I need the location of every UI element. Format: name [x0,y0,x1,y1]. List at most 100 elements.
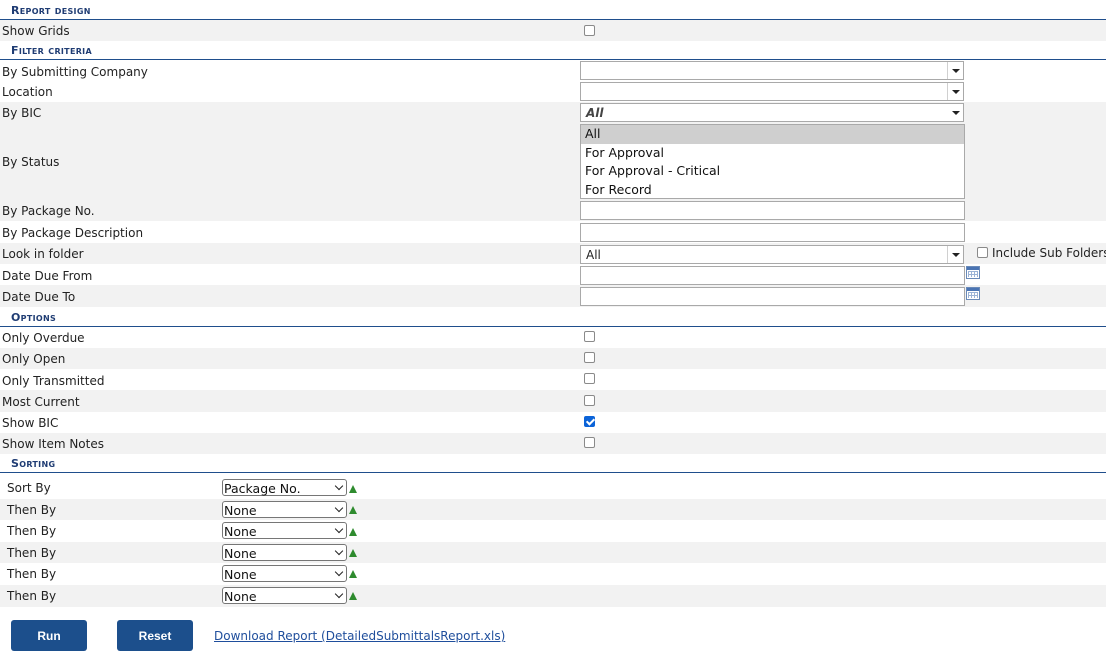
status-listbox[interactable]: All For Approval For Approval - Critical… [580,124,965,199]
sort-ascending-icon[interactable] [349,506,357,514]
option-label: Only Transmitted [2,374,105,388]
row-bic: By BIC All [0,102,1106,123]
select-value: None [224,546,257,561]
sort-row: Then By None [0,585,1106,607]
then-by-select[interactable]: None [222,522,347,539]
sort-label: Then By [7,503,57,517]
chevron-down-icon[interactable] [948,104,963,121]
only-open-checkbox[interactable] [584,352,595,363]
most-current-checkbox[interactable] [584,395,595,406]
select-value: None [224,503,257,518]
only-overdue-checkbox[interactable] [584,331,595,342]
only-transmitted-checkbox[interactable] [584,373,595,384]
section-sorting: Sorting [0,453,1106,473]
include-sub-folders-checkbox[interactable] [977,247,988,258]
section-filter-criteria: Filter criteria [0,40,1106,60]
sort-ascending-icon[interactable] [349,592,357,600]
submitting-company-combo[interactable] [580,61,964,80]
status-option[interactable]: For Record [581,181,964,200]
then-by-select[interactable]: None [222,544,347,561]
reset-button[interactable]: Reset [117,620,193,651]
sort-label: Then By [7,589,57,603]
row-submitting-company: By Submitting Company [0,60,1106,81]
option-label: Only Overdue [2,331,85,345]
show-grids-checkbox[interactable] [584,25,595,36]
bic-label: By BIC [2,106,42,120]
status-option[interactable]: For Approval - Critical [581,162,964,181]
chevron-down-icon [334,481,344,491]
option-label: Only Open [2,352,66,366]
sort-label: Then By [7,546,57,560]
show-item-notes-checkbox[interactable] [584,437,595,448]
download-report-link[interactable]: Download Report (DetailedSubmittalsRepor… [214,629,505,643]
status-option[interactable]: For Approval [581,144,964,163]
sort-row: Then By None [0,520,1106,542]
chevron-down-icon[interactable] [947,246,963,263]
section-title: Report design [11,4,91,17]
section-title: Options [11,311,57,324]
sort-label: Then By [7,567,57,581]
chevron-down-icon [334,589,344,599]
option-row: Only Overdue [0,327,1106,348]
sort-ascending-icon[interactable] [349,570,357,578]
then-by-select[interactable]: None [222,587,347,604]
option-row: Only Transmitted [0,369,1106,390]
option-row: Only Open [0,348,1106,369]
select-value: None [224,589,257,604]
row-look-in-folder: Look in folder All Include Sub Folders [0,243,1106,264]
sort-by-select[interactable]: Package No. [222,479,347,496]
chevron-down-icon [334,546,344,556]
then-by-select[interactable]: None [222,501,347,518]
run-button[interactable]: Run [11,620,87,651]
status-label: By Status [2,155,60,169]
chevron-down-icon [334,567,344,577]
show-grids-label: Show Grids [2,24,70,38]
calendar-icon[interactable] [966,266,980,279]
bic-combo[interactable]: All [580,103,964,122]
date-due-to-input[interactable] [580,287,965,306]
sort-row: Sort By Package No. [0,478,1106,499]
select-value: Package No. [224,481,301,496]
option-row: Most Current [0,390,1106,412]
option-label: Most Current [2,395,80,409]
submitting-company-label: By Submitting Company [2,65,148,79]
select-value: None [224,567,257,582]
option-label: Show Item Notes [2,437,104,451]
status-option[interactable]: All [581,125,964,144]
package-description-input[interactable] [580,223,965,242]
select-value: None [224,524,257,539]
sort-ascending-icon[interactable] [349,549,357,557]
option-row: Show Item Notes [0,433,1106,454]
section-title: Filter criteria [11,44,92,57]
package-no-label: By Package No. [2,204,95,218]
package-description-label: By Package Description [2,226,144,240]
row-show-grids: Show Grids [0,20,1106,41]
sort-row: Then By None [0,563,1106,585]
calendar-icon[interactable] [966,287,980,300]
chevron-down-icon [334,503,344,513]
row-date-due-from: Date Due From [0,264,1106,285]
location-label: Location [2,85,53,99]
sort-row: Then By None [0,542,1106,563]
row-date-due-to: Date Due To [0,285,1106,307]
section-options: Options [0,307,1106,327]
date-due-from-input[interactable] [580,266,965,285]
sort-row: Then By None [0,499,1106,520]
look-in-folder-combo[interactable]: All [580,245,964,264]
row-package-no: By Package No. [0,200,1106,221]
section-report-design: Report design [0,0,1106,20]
then-by-select[interactable]: None [222,565,347,582]
row-location: Location [0,81,1106,102]
combo-value: All [586,248,601,262]
option-label: Show BIC [2,416,59,430]
sort-ascending-icon[interactable] [349,528,357,536]
row-package-description: By Package Description [0,221,1106,243]
chevron-down-icon[interactable] [947,83,963,100]
look-in-folder-label: Look in folder [2,247,84,261]
location-combo[interactable] [580,82,964,101]
show-bic-checkbox[interactable] [584,416,595,427]
package-no-input[interactable] [580,201,965,220]
sort-label: Then By [7,524,57,538]
sort-ascending-icon[interactable] [349,485,357,493]
chevron-down-icon[interactable] [947,62,963,79]
